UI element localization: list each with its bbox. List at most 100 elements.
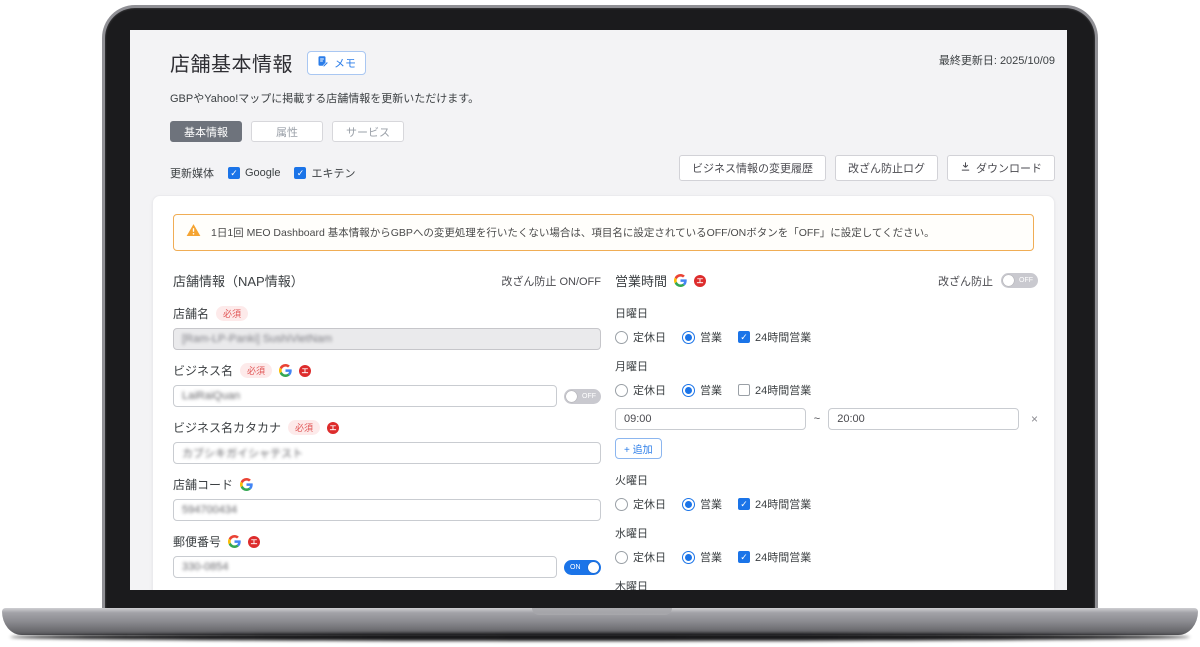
required-badge: 必須 bbox=[288, 420, 321, 435]
radio-icon bbox=[615, 550, 628, 564]
option-label: 営業 bbox=[700, 499, 722, 511]
media-checkbox-google[interactable]: Google bbox=[228, 167, 280, 179]
checkbox-24h[interactable]: 24時間営業 bbox=[738, 382, 811, 398]
nap-section: 店舗情報（NAP情報） 改ざん防止 ON/OFF 店舗名 必須 [Ram-LP-… bbox=[173, 271, 601, 590]
checkbox-icon bbox=[738, 551, 750, 563]
option-label: 定休日 bbox=[633, 552, 666, 564]
radio-open[interactable]: 営業 bbox=[682, 382, 722, 398]
update-media-row: 更新媒体 Google エキテン bbox=[170, 165, 355, 181]
hours-day-row: 木曜日定休日営業 bbox=[615, 578, 1038, 590]
warning-text: 1日1回 MEO Dashboard 基本情報からGBPへの変更処理を行いたくな… bbox=[211, 227, 935, 239]
tab-bar: 基本情報 属性 サービス bbox=[170, 121, 1055, 142]
memo-label: メモ bbox=[334, 57, 356, 70]
radio-icon bbox=[615, 383, 628, 397]
option-label: 24時間営業 bbox=[755, 552, 812, 564]
ekiten-icon: エ bbox=[299, 364, 312, 377]
tab-attributes[interactable]: 属性 bbox=[251, 121, 323, 142]
day-label: 水曜日 bbox=[615, 528, 648, 540]
option-label: 定休日 bbox=[633, 499, 666, 511]
app-window: 店舗基本情報 メモ 最終更新日: 2025/10/09 GBPやYahoo!マッ… bbox=[130, 30, 1067, 590]
checkbox-icon bbox=[738, 384, 750, 396]
radio-closed[interactable]: 定休日 bbox=[615, 382, 666, 398]
checkbox-icon bbox=[228, 167, 240, 179]
day-controls: 定休日 営業 24時間営業 bbox=[615, 496, 1038, 512]
add-time-button[interactable]: + 追加 bbox=[615, 438, 662, 459]
ekiten-icon: エ bbox=[327, 421, 340, 434]
store-name-input[interactable]: [Ram-LP-Panki] SushiVietNam bbox=[173, 328, 601, 350]
warning-icon bbox=[186, 223, 201, 242]
download-button[interactable]: ダウンロード bbox=[947, 155, 1055, 181]
required-badge: 必須 bbox=[216, 306, 249, 321]
radio-closed[interactable]: 定休日 bbox=[615, 329, 666, 345]
tab-services[interactable]: サービス bbox=[332, 121, 404, 142]
time-from-input[interactable] bbox=[615, 408, 806, 430]
basic-info-card: 1日1回 MEO Dashboard 基本情報からGBPへの変更処理を行いたくな… bbox=[152, 195, 1055, 590]
day-label: 日曜日 bbox=[615, 308, 648, 320]
google-icon bbox=[240, 478, 253, 491]
header-actions: ビジネス情報の変更履歴 改ざん防止ログ ダウンロード bbox=[679, 155, 1055, 181]
radio-closed[interactable]: 定休日 bbox=[615, 549, 666, 565]
radio-icon bbox=[682, 497, 695, 511]
field-postal-code: 郵便番号 エ 330-0854 ON bbox=[173, 533, 601, 578]
time-range-row: ~× bbox=[615, 408, 1038, 430]
google-icon bbox=[674, 274, 687, 287]
memo-icon bbox=[317, 55, 329, 70]
ekiten-icon: エ bbox=[248, 535, 261, 548]
hours-day-row: 日曜日定休日 営業 24時間営業 bbox=[615, 305, 1038, 345]
tamper-log-button[interactable]: 改ざん防止ログ bbox=[835, 155, 938, 181]
time-to-input[interactable] bbox=[828, 408, 1019, 430]
laptop-screen: 店舗基本情報 メモ 最終更新日: 2025/10/09 GBPやYahoo!マッ… bbox=[105, 8, 1095, 610]
option-label: 営業 bbox=[700, 385, 722, 397]
hours-tamper-toggle[interactable]: OFF bbox=[1001, 273, 1038, 288]
postal-code-toggle[interactable]: ON bbox=[564, 559, 601, 575]
day-controls: 定休日 営業 24時間営業 bbox=[615, 382, 1038, 398]
field-store-code: 店舗コード 594700434 bbox=[173, 476, 601, 521]
ekiten-icon: エ bbox=[694, 274, 707, 287]
radio-icon bbox=[682, 383, 695, 397]
radio-icon bbox=[615, 497, 628, 511]
laptop-shadow bbox=[10, 633, 1190, 641]
change-history-button[interactable]: ビジネス情報の変更履歴 bbox=[679, 155, 826, 181]
radio-open[interactable]: 営業 bbox=[682, 329, 722, 345]
radio-closed[interactable]: 定休日 bbox=[615, 496, 666, 512]
memo-button[interactable]: メモ bbox=[307, 50, 366, 75]
radio-open[interactable]: 営業 bbox=[682, 496, 722, 512]
tab-basic-info[interactable]: 基本情報 bbox=[170, 121, 242, 142]
business-name-toggle[interactable]: OFF bbox=[564, 388, 601, 404]
day-label: 火曜日 bbox=[615, 475, 648, 487]
option-label: 定休日 bbox=[633, 332, 666, 344]
business-kana-input[interactable]: カブシキガイシャテスト bbox=[173, 442, 601, 464]
store-code-input[interactable]: 594700434 bbox=[173, 499, 601, 521]
google-icon bbox=[228, 535, 241, 548]
last-updated: 最終更新日: 2025/10/09 bbox=[938, 55, 1055, 67]
checkbox-24h[interactable]: 24時間営業 bbox=[738, 496, 811, 512]
download-icon bbox=[960, 161, 971, 175]
checkbox-icon bbox=[294, 167, 307, 179]
option-label: 営業 bbox=[700, 552, 722, 564]
hours-tamper-label: 改ざん防止 bbox=[938, 275, 993, 288]
option-label: 24時間営業 bbox=[755, 332, 812, 344]
remove-time-icon[interactable]: × bbox=[1031, 412, 1038, 426]
checkbox-icon bbox=[738, 331, 750, 343]
radio-open[interactable]: 営業 bbox=[682, 549, 722, 565]
option-label: 24時間営業 bbox=[755, 499, 812, 511]
business-name-input[interactable]: LaiRaiQuan bbox=[173, 385, 557, 407]
laptop-base bbox=[2, 608, 1198, 635]
checkbox-icon bbox=[738, 498, 750, 510]
radio-icon bbox=[682, 330, 695, 344]
nap-tamper-title: 改ざん防止 ON/OFF bbox=[501, 275, 601, 288]
checkbox-24h[interactable]: 24時間営業 bbox=[738, 549, 811, 565]
postal-code-input[interactable]: 330-0854 bbox=[173, 556, 557, 578]
checkbox-24h[interactable]: 24時間営業 bbox=[738, 329, 811, 345]
hours-day-row: 水曜日定休日 営業 24時間営業 bbox=[615, 525, 1038, 565]
field-business-kana: ビジネス名カタカナ 必須 エ カブシキガイシャテスト bbox=[173, 419, 601, 464]
media-checkbox-ekiten[interactable]: エキテン bbox=[294, 165, 355, 181]
hours-day-row: 火曜日定休日 営業 24時間営業 bbox=[615, 472, 1038, 512]
day-label: 木曜日 bbox=[615, 581, 648, 590]
warning-banner: 1日1回 MEO Dashboard 基本情報からGBPへの変更処理を行いたくな… bbox=[173, 214, 1034, 251]
radio-icon bbox=[682, 550, 695, 564]
page-header: 店舗基本情報 メモ 最終更新日: 2025/10/09 GBPやYahoo!マッ… bbox=[130, 30, 1067, 181]
radio-icon bbox=[615, 330, 628, 344]
option-label: 営業 bbox=[700, 332, 722, 344]
laptop-mockup: 店舗基本情報 メモ 最終更新日: 2025/10/09 GBPやYahoo!マッ… bbox=[0, 0, 1200, 647]
